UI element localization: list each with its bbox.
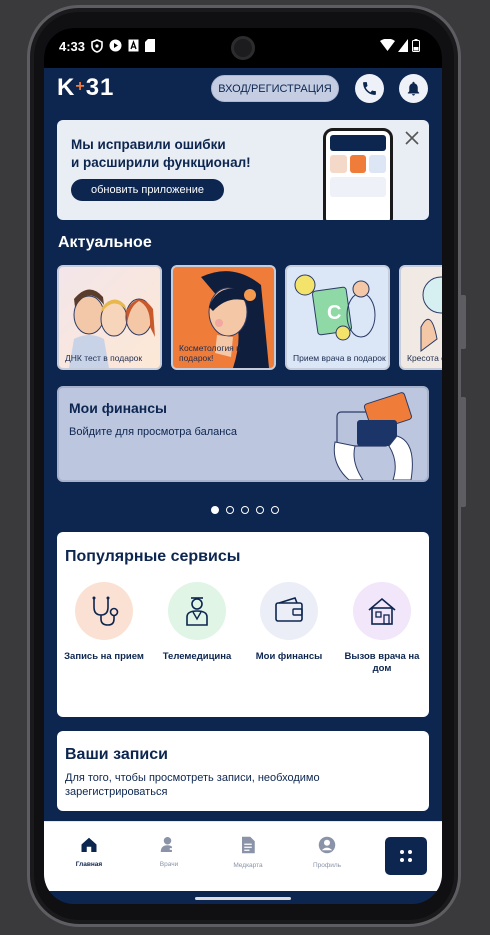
popular-services: Популярные сервисы Запись на прием Телем… <box>57 532 429 717</box>
bottom-tab-bar: Главная Врачи Медкарта Профиль <box>44 821 442 891</box>
service-icon-circle <box>353 582 411 640</box>
promo-card-doctor[interactable]: C Прием врача в подарок <box>285 265 390 370</box>
popular-services-title: Популярные сервисы <box>65 548 241 565</box>
promo-card-label: Косметология в подарок! <box>179 343 241 363</box>
tab-label: Врачи <box>159 861 179 868</box>
shield-icon <box>91 39 103 53</box>
promo-card-label: Кресота смотрящ <box>407 353 442 363</box>
tab-home[interactable]: Главная <box>54 836 124 868</box>
service-telemedicine[interactable]: Телемедицина <box>153 582 241 663</box>
actual-title: Актуальное <box>58 234 152 251</box>
status-time: 4:33 <box>59 39 86 54</box>
tab-profile[interactable]: Профиль <box>292 836 362 869</box>
promo-card-dna[interactable]: ДНК тест в подарок <box>57 265 162 370</box>
service-finances[interactable]: Мои финансы <box>245 582 333 663</box>
pagination-dot[interactable] <box>256 506 264 514</box>
actual-carousel[interactable]: ДНК тест в подарок Косметология в подаро… <box>57 265 442 371</box>
update-banner-text: Мы исправили ошибки и расширили функцион… <box>71 137 251 170</box>
power-button <box>460 397 466 507</box>
signal-icon <box>398 39 408 52</box>
records-title: Ваши записи <box>65 746 168 763</box>
service-label: Мои финансы <box>255 651 323 662</box>
promo-card-label: ДНК тест в подарок <box>65 353 143 363</box>
pagination-dot[interactable] <box>226 506 234 514</box>
login-register-button[interactable]: ВХОД/РЕГИСТРАЦИЯ <box>211 75 339 102</box>
doctor-add-icon <box>160 837 176 852</box>
carousel-pagination <box>211 506 279 514</box>
service-icon-circle <box>260 582 318 640</box>
home-indicator[interactable] <box>195 897 291 900</box>
app-a-icon <box>128 39 139 52</box>
tab-doctors[interactable]: Врачи <box>134 836 204 868</box>
doctor-icon <box>186 597 208 626</box>
wifi-icon <box>380 39 395 51</box>
close-icon <box>405 131 419 145</box>
pagination-dot[interactable] <box>241 506 249 514</box>
profile-icon <box>318 836 336 854</box>
bell-icon <box>407 81 420 96</box>
volume-button <box>460 295 466 349</box>
close-banner-button[interactable] <box>405 128 419 151</box>
your-records-card[interactable]: Ваши записи Для того, чтобы просмотреть … <box>57 731 429 811</box>
service-icon-circle <box>168 582 226 640</box>
promo-card-beauty[interactable]: Кресота смотрящ <box>399 265 442 370</box>
play-icon <box>109 39 122 52</box>
tab-medcard[interactable]: Медкарта <box>213 836 283 869</box>
finance-title: Мои финансы <box>69 400 168 416</box>
service-appointment[interactable]: Запись на прием <box>60 582 148 663</box>
finance-subtitle: Войдите для просмотра баланса <box>69 426 237 438</box>
tab-label: Медкарта <box>233 862 263 869</box>
svg-text:C: C <box>327 302 341 324</box>
app-screen: 4:33 K+31 ВХОД/РЕГИСТРАЦИЯ Мы исправили … <box>44 28 442 904</box>
update-app-button[interactable]: обновить приложение <box>71 179 224 201</box>
sim-icon <box>145 39 155 52</box>
house-icon <box>368 597 396 625</box>
cards-hands-illustration <box>333 392 413 480</box>
pagination-dot[interactable] <box>211 506 219 514</box>
wallet-icon <box>275 597 303 622</box>
phone-illustration <box>323 128 393 220</box>
more-menu-button[interactable] <box>385 837 427 875</box>
notifications-button[interactable] <box>399 74 428 103</box>
medcard-icon <box>242 836 255 854</box>
tab-label: Профиль <box>312 862 342 869</box>
phone-icon <box>363 82 376 95</box>
service-icon-circle <box>75 582 133 640</box>
stethoscope-icon <box>92 596 119 626</box>
pagination-dot[interactable] <box>271 506 279 514</box>
promo-card-cosmetology[interactable]: Косметология в подарок! <box>171 265 276 370</box>
front-camera <box>231 36 255 60</box>
promo-card-label: Прием врача в подарок <box>293 353 386 363</box>
service-home-visit[interactable]: Вызов врача на дом <box>338 582 426 675</box>
tab-label: Главная <box>75 861 103 868</box>
battery-icon <box>412 39 420 52</box>
call-button[interactable] <box>355 74 384 103</box>
app-header: K+31 ВХОД/РЕГИСТРАЦИЯ <box>44 68 442 116</box>
finance-card[interactable]: Мои финансы Войдите для просмотра баланс… <box>57 386 429 482</box>
service-label: Телемедицина <box>162 651 232 662</box>
records-subtitle: Для того, чтобы просмотреть записи, необ… <box>65 772 320 798</box>
service-label: Запись на прием <box>64 651 144 662</box>
service-label: Вызов врача на дом <box>344 651 420 674</box>
grid-icon <box>400 850 412 862</box>
home-icon <box>81 837 97 852</box>
update-banner: Мы исправили ошибки и расширили функцион… <box>57 120 429 220</box>
k31-logo[interactable]: K+31 <box>57 74 114 102</box>
